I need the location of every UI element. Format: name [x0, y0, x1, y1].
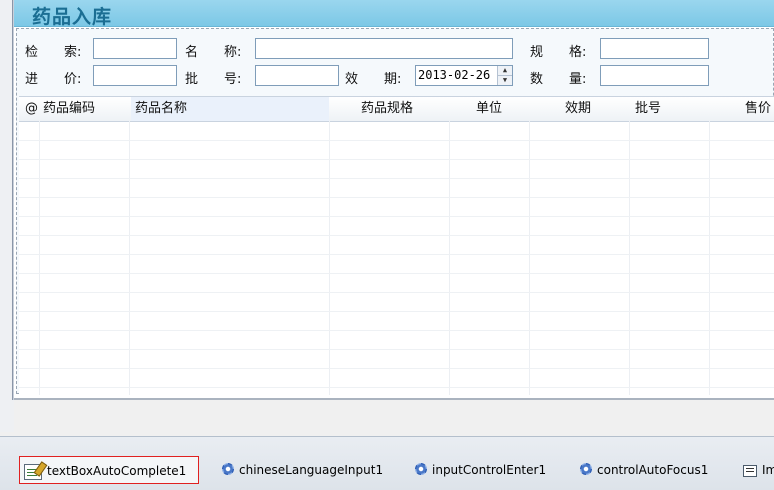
grid-column-divider — [449, 121, 450, 395]
spin-up-icon[interactable]: ▲ — [498, 66, 512, 76]
component-imagelist[interactable]: Im — [743, 456, 774, 484]
quantity-input[interactable] — [600, 65, 709, 86]
grid-column-divider — [529, 121, 530, 395]
batch-input[interactable] — [255, 65, 339, 86]
grid-row-divider — [19, 387, 774, 388]
grid-column-divider — [39, 121, 40, 395]
title-bar: 药品入库 — [14, 0, 774, 28]
component-label: textBoxAutoComplete1 — [47, 464, 187, 478]
name-label: 名 称: — [185, 45, 242, 60]
search-input[interactable] — [93, 38, 177, 59]
grid-column-divider — [709, 121, 710, 395]
form-bottom-border — [14, 398, 774, 400]
component-tray: textBoxAutoComplete1 chineseLanguageInpu… — [0, 436, 774, 490]
grid-column-divider — [629, 121, 630, 395]
medicine-grid[interactable]: @ 药品编码 药品名称 药品规格 单位 效期 批号 售价 — [19, 96, 774, 395]
grid-row-divider — [19, 159, 774, 160]
grid-row-divider — [19, 368, 774, 369]
grid-row-divider — [19, 292, 774, 293]
image-list-icon — [743, 464, 757, 477]
price-label: 进 价: — [25, 72, 82, 87]
component-gear-icon — [222, 462, 234, 475]
date-spinner[interactable]: ▲ ▼ — [497, 66, 512, 85]
spec-label: 规 格: — [530, 45, 587, 60]
search-label: 检 索: — [25, 45, 82, 60]
expiry-date-value: 2013-02-26 — [418, 68, 491, 82]
component-gear-icon — [415, 462, 427, 475]
form-title: 药品入库 — [32, 6, 113, 28]
expiry-label: 效 期: — [345, 72, 402, 87]
component-label: Im — [762, 463, 774, 477]
grid-row-divider — [19, 197, 774, 198]
component-label: inputControlEnter1 — [432, 463, 547, 477]
grid-row-divider — [19, 273, 774, 274]
name-input[interactable] — [255, 38, 513, 59]
grid-row-divider — [19, 330, 774, 331]
component-inputcontrolenter[interactable]: inputControlEnter1 — [415, 456, 546, 484]
grid-row-divider — [19, 235, 774, 236]
column-header-expiry[interactable]: 效期 — [531, 97, 629, 121]
component-controlautofocus[interactable]: controlAutoFocus1 — [580, 456, 708, 484]
spin-down-icon[interactable]: ▼ — [498, 76, 512, 85]
grid-column-divider — [329, 121, 330, 395]
grid-column-divider — [129, 121, 130, 395]
grid-row-divider — [19, 254, 774, 255]
designer-left-edge — [0, 0, 14, 432]
spec-input[interactable] — [600, 38, 709, 59]
expiry-date-picker[interactable]: 2013-02-26 ▲ ▼ — [415, 65, 513, 86]
price-input[interactable] — [93, 65, 177, 86]
grid-row-divider — [19, 349, 774, 350]
component-gear-icon — [580, 462, 592, 475]
textbox-icon — [24, 463, 42, 480]
component-chineselanguageinput[interactable]: chineseLanguageInput1 — [222, 456, 383, 484]
form-design-surface: 药品入库 检 索: 名 称: 规 格: 进 价: 批 号: 效 期: 2013-… — [14, 0, 774, 400]
filter-panel: 检 索: 名 称: 规 格: 进 价: 批 号: 效 期: 2013-02-26… — [16, 28, 774, 395]
component-label: chineseLanguageInput1 — [239, 463, 384, 477]
column-header-unit[interactable]: 单位 — [451, 97, 529, 121]
component-textboxautocomplete[interactable]: textBoxAutoComplete1 — [19, 456, 199, 484]
grid-row-divider — [19, 216, 774, 217]
column-header-batch[interactable]: 批号 — [631, 97, 709, 121]
column-header-spec[interactable]: 药品规格 — [331, 97, 449, 121]
column-header-price[interactable]: 售价 — [711, 97, 774, 121]
grid-row-divider — [19, 140, 774, 141]
batch-label: 批 号: — [185, 72, 242, 87]
grid-header: @ 药品编码 药品名称 药品规格 单位 效期 批号 售价 — [19, 97, 774, 122]
column-header-name[interactable]: 药品名称 — [131, 97, 329, 121]
grid-row-divider — [19, 178, 774, 179]
quantity-label: 数 量: — [530, 72, 587, 87]
component-label: controlAutoFocus1 — [597, 463, 709, 477]
row-marker-header: @ — [25, 101, 38, 116]
column-header-code[interactable]: 药品编码 — [43, 97, 129, 121]
grid-row-divider — [19, 311, 774, 312]
